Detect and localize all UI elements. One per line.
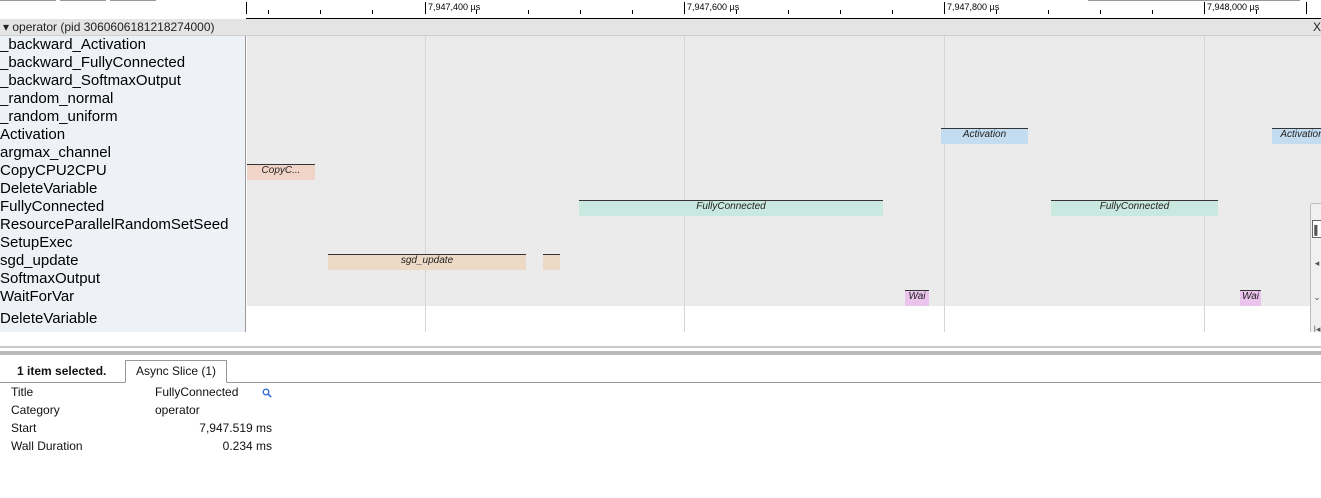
slice-activation[interactable]: Activation [941, 128, 1028, 144]
detail-value: FullyConnected [155, 385, 239, 399]
track-label: SetupExec [0, 234, 73, 251]
track-label: ResourceParallelRandomSetSeed [0, 216, 229, 233]
detail-row-title: Title FullyConnected [0, 383, 300, 401]
ruler-tick [320, 10, 321, 14]
toolbar-button-edge[interactable] [1088, 0, 1300, 1]
ruler-tick [1100, 10, 1101, 14]
track-label: WaitForVar [0, 288, 75, 305]
track-label: SoftmaxOutput [0, 270, 101, 287]
track-label: _backward_FullyConnected [0, 54, 186, 71]
ruler-tick [996, 10, 997, 14]
ruler-tick [246, 2, 247, 14]
slice-sgd-update[interactable] [543, 254, 560, 270]
analysis-tab-strip: 1 item selected. Async Slice (1) [0, 358, 1321, 383]
tab-async-slice[interactable]: Async Slice (1) [125, 360, 228, 383]
slice-fullyconnected[interactable]: FullyConnected [579, 200, 883, 216]
time-ruler[interactable]: 7,947,400 µs 7,947,600 µs 7,947,800 µs 7… [0, 2, 1321, 19]
select-icon[interactable]: ▌ [1312, 220, 1321, 238]
detail-value: 7,947.519 ms [199, 421, 272, 435]
selection-summary: 1 item selected. [17, 364, 107, 378]
timeline-tracks[interactable]: Activation Activation CopyC... FullyConn… [247, 36, 1321, 332]
slice-copycpu2cpu[interactable]: CopyC... [247, 164, 315, 180]
ruler-tick [476, 10, 477, 14]
selection-details: Title FullyConnected Category operator S… [0, 383, 1321, 498]
slice-activation[interactable]: Activation [1272, 128, 1321, 144]
gridline [944, 36, 945, 332]
pan-icon[interactable]: ◂ [1312, 254, 1321, 272]
close-process-button[interactable]: X [1313, 20, 1321, 34]
detail-row-start: Start 7,947.519 ms [0, 419, 300, 437]
ruler-label: 7,948,000 µs [1207, 2, 1260, 12]
track-label: _backward_Activation [0, 36, 146, 53]
slice-sgd-update[interactable]: sgd_update [328, 254, 526, 270]
panel-drag-handle[interactable] [0, 351, 1321, 355]
track-label: CopyCPU2CPU [0, 162, 107, 179]
ruler-tick [372, 10, 373, 14]
ruler-tick [425, 2, 426, 14]
track-label: _random_uniform [0, 108, 118, 125]
track-label: _backward_SoftmaxOutput [0, 72, 181, 89]
ruler-tick [1048, 10, 1049, 14]
track-label: DeleteVariable [0, 310, 98, 327]
ruler-tick [1256, 10, 1257, 14]
ruler-tick [1152, 10, 1153, 14]
process-header[interactable]: ▾ operator (pid 3060606181218274000) X [0, 19, 1321, 36]
detail-value: operator [155, 403, 200, 417]
ruler-label: 7,947,400 µs [428, 2, 481, 12]
track-label: Activation [0, 126, 66, 143]
track-label: DeleteVariable [0, 180, 98, 197]
toolbar-button-edge[interactable] [60, 0, 106, 1]
ruler-label: 7,947,600 µs [687, 2, 740, 12]
trace-viewer: 7,947,400 µs 7,947,600 µs 7,947,800 µs 7… [0, 0, 1321, 498]
slice-waitforvar[interactable]: Wai [1240, 290, 1261, 306]
track-label: sgd_update [0, 252, 79, 269]
ruler-tick [1306, 2, 1307, 14]
detail-key: Wall Duration [11, 439, 83, 453]
track-labels-column: _backward_Activation _backward_FullyConn… [0, 36, 246, 332]
mouse-mode-selector[interactable]: ▌ ◂ ⌄ |◂ [1310, 203, 1321, 346]
ruler-tick [268, 10, 269, 14]
ruler-tick [684, 2, 685, 14]
ruler-tick [632, 10, 633, 14]
detail-row-category: Category operator [0, 401, 300, 419]
process-title[interactable]: ▾ operator (pid 3060606181218274000) [3, 20, 215, 34]
ruler-tick [788, 10, 789, 14]
gridline [684, 36, 685, 332]
timeline-scroll-edge [0, 346, 1321, 348]
ruler-tick [944, 2, 945, 14]
track-footer [0, 332, 1321, 347]
magnifier-icon[interactable] [262, 388, 272, 398]
ruler-tick [892, 10, 893, 14]
ruler-tick [1204, 2, 1205, 14]
ruler-label: 7,947,800 µs [947, 2, 1000, 12]
ruler-tick [528, 10, 529, 14]
toolbar-button-edge[interactable] [110, 0, 156, 1]
track-label: _random_normal [0, 90, 114, 107]
detail-key: Start [11, 421, 37, 435]
detail-key: Category [11, 403, 60, 417]
track-label: FullyConnected [0, 198, 105, 215]
zoom-icon[interactable]: ⌄ [1312, 288, 1321, 306]
detail-row-duration: Wall Duration 0.234 ms [0, 437, 300, 455]
track-label: argmax_channel [0, 144, 111, 161]
detail-value: 0.234 ms [222, 439, 272, 453]
slice-fullyconnected[interactable]: FullyConnected [1051, 200, 1218, 216]
ruler-tick [840, 10, 841, 14]
gridline [1204, 36, 1205, 332]
detail-key: Title [11, 385, 34, 399]
toolbar-button-edge[interactable] [0, 0, 56, 1]
ruler-tick [736, 10, 737, 14]
gridline [425, 36, 426, 332]
ruler-tick [580, 10, 581, 14]
slice-waitforvar[interactable]: Wai [905, 290, 929, 306]
